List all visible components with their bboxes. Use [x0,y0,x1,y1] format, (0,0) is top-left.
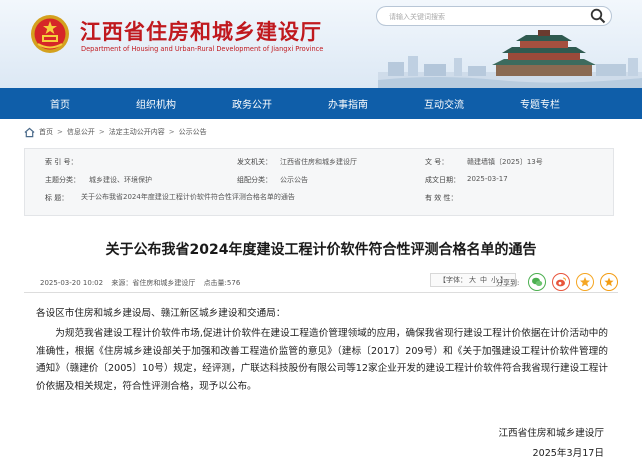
nav-item-government-affairs[interactable]: 政务公开 [204,96,300,111]
article-meta-info: 2025-03-20 10:02 来源：省住房和城乡建设厅 点击量:576 [40,278,246,288]
home-icon[interactable] [24,127,35,138]
nav-item-special-topics[interactable]: 专题专栏 [492,96,588,111]
nav-item-organization[interactable]: 组织机构 [108,96,204,111]
weibo-share-button[interactable] [552,273,570,291]
article-meta: 2025-03-20 10:02 来源：省住房和城乡建设厅 点击量:576 【字… [24,271,618,293]
category-value: 公示公告 [280,176,308,184]
article-source: 来源：省住房和城乡建设厅 [111,279,196,287]
font-size-medium-button[interactable]: 中 [480,275,487,285]
breadcrumb-info-disclosure[interactable]: 信息公开 [67,127,95,137]
nav-item-home[interactable]: 首页 [12,96,108,111]
qzone-icon [580,277,590,287]
nav-item-service-guide[interactable]: 办事指南 [300,96,396,111]
article-paragraph: 为规范我省建设工程计价软件市场,促进计价软件在建设工程造价管理领域的应用，确保我… [36,328,608,392]
site-title: 江西省住房和城乡建设厅 [80,20,322,44]
chevron-right-icon: > [57,128,63,136]
topic-value: 城乡建设、环境保护 [89,176,152,184]
doc-number-label: 文 号： [425,158,449,166]
qzone-share-button[interactable] [576,273,594,291]
wechat-icon [532,277,543,286]
search-input[interactable] [389,10,589,23]
star-icon [604,277,614,287]
written-date-value: 2025-03-17 [467,175,508,183]
document-info-table: 索 引 号： 发文机关： 江西省住房和城乡建设厅 文 号： 赣建墙镇〔2025〕… [24,148,614,216]
breadcrumb-home[interactable]: 首页 [39,127,53,137]
validity-label: 有 效 性： [425,194,458,202]
view-count: 点击量:576 [203,279,241,287]
issuer-label: 发文机关： [237,158,272,166]
chevron-right-icon: > [98,128,105,136]
share-label: 分享到: [496,279,520,287]
title-value: 关于公布我省2024年度建设工程计价软件符合性评测合格名单的通告 [81,193,295,201]
topic-label: 主题分类： [45,176,80,184]
chevron-right-icon: > [168,128,175,136]
nav-item-interaction[interactable]: 互动交流 [396,96,492,111]
doc-number-value: 赣建墙镇〔2025〕13号 [467,158,543,166]
article-title: 关于公布我省2024年度建设工程计价软件符合性评测合格名单的通告 [105,242,537,258]
breadcrumb-statutory-content[interactable]: 法定主动公开内容 [109,127,165,137]
font-size-label: 【字体： [439,276,467,284]
signature-date: 2025年3月17日 [532,448,604,459]
search-box [376,6,612,26]
favorite-share-button[interactable] [600,273,618,291]
category-label: 组配分类： [237,176,272,184]
site-header: 江西省住房和城乡建设厅 Department of Housing and Ur… [0,0,642,88]
wechat-share-button[interactable] [528,273,546,291]
written-date-label: 成文日期： [425,176,460,184]
site-subtitle: Department of Housing and Urban-Rural De… [81,45,324,53]
weibo-icon [556,277,566,287]
issuer-value: 江西省住房和城乡建设厅 [280,158,357,166]
main-nav: 首页 组织机构 政务公开 办事指南 互动交流 专题专栏 [0,88,642,119]
pavilion-skyline-image [378,30,642,88]
title-label: 标 题： [45,194,69,202]
signature-organization: 江西省住房和城乡建设厅 [498,428,604,439]
article-salutation: 各设区市住房和城乡建设局、赣江新区城乡建设和交通局： [36,308,286,319]
publish-datetime: 2025-03-20 10:02 [40,279,104,287]
font-size-large-button[interactable]: 大 [469,275,476,285]
index-no-label: 索 引 号： [45,158,78,166]
national-emblem-icon [31,15,69,53]
search-icon[interactable] [590,8,606,24]
breadcrumb-announcements[interactable]: 公示公告 [179,127,207,137]
breadcrumb: 首页 > 信息公开 > 法定主动公开内容 > 公示公告 [24,125,207,139]
